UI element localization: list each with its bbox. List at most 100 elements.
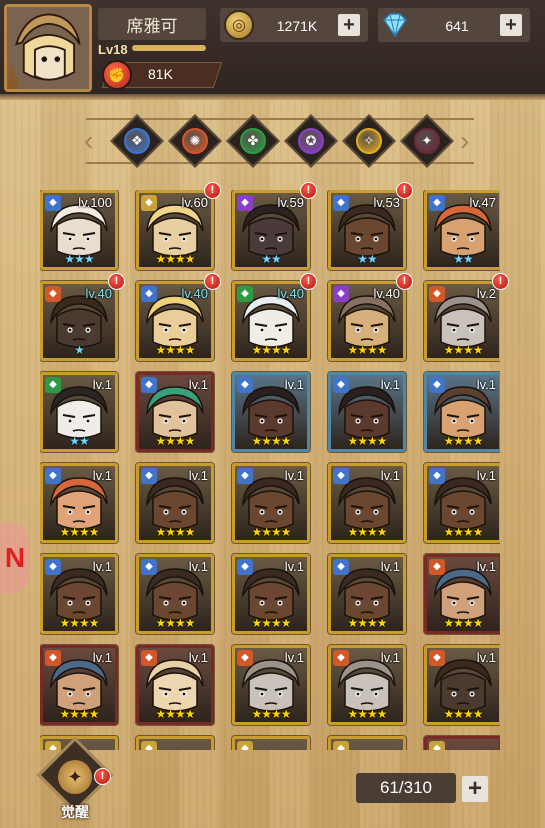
- hero-card[interactable]: ◆ lv.1 ★★★★: [232, 645, 310, 725]
- hero-class-icon: ◆: [45, 377, 61, 393]
- hero-card[interactable]: ◆ lv.60 ★★★★: [136, 190, 214, 270]
- gold-coin-icon: ◎: [224, 10, 254, 40]
- hero-level: lv.1: [284, 377, 304, 392]
- hero-class-icon: ◆: [141, 559, 157, 575]
- player-name: 席雅可: [98, 8, 206, 40]
- hero-level: lv.1: [188, 559, 208, 574]
- hero-card[interactable]: ◆: [328, 736, 406, 750]
- hero-card[interactable]: ◆ lv.1 ★★★★: [328, 645, 406, 725]
- hero-card[interactable]: ◆ lv.40 ★★★★: [136, 281, 214, 361]
- hero-class-icon: ◆: [237, 650, 253, 666]
- hero-level: lv.1: [284, 559, 304, 574]
- avatar-portrait-icon: [7, 7, 89, 89]
- gold-value: 1271K: [276, 18, 318, 34]
- hero-class-icon: ◆: [333, 650, 349, 666]
- hero-card[interactable]: ◆ lv.47 ★★: [424, 190, 500, 270]
- hero-stars: ★★★★: [443, 343, 483, 357]
- hero-card[interactable]: ◆ lv.1 ★★★★: [424, 645, 500, 725]
- hero-stars: ★★★★: [347, 434, 387, 448]
- hero-stars: ★★★★: [347, 343, 387, 357]
- hero-class-icon: ◆: [45, 741, 61, 750]
- hero-card[interactable]: ◆ lv.1 ★★★★: [136, 554, 214, 634]
- hero-card[interactable]: ◆ lv.1 ★★: [40, 372, 118, 452]
- side-event-tab[interactable]: N: [0, 522, 30, 594]
- add-gold-button[interactable]: +: [338, 14, 360, 36]
- hero-card[interactable]: ◆ lv.1 ★★★★: [40, 463, 118, 543]
- hero-level: lv.1: [476, 650, 496, 665]
- hero-stars: ★★★★: [155, 252, 195, 266]
- hero-card[interactable]: ◆ lv.1 ★★★★: [232, 372, 310, 452]
- hero-card[interactable]: ◆ lv.1 ★★★★: [424, 463, 500, 543]
- hero-stars: ★★★★: [59, 707, 99, 721]
- hero-stars: ★★★★: [251, 343, 291, 357]
- filter-right-arrow-icon[interactable]: ›: [460, 124, 480, 158]
- hero-class-icon: ◆: [429, 377, 445, 393]
- hero-level: lv.1: [476, 559, 496, 574]
- hero-level: lv.1: [380, 377, 400, 392]
- hero-class-icon: ◆: [237, 741, 253, 750]
- player-avatar[interactable]: [4, 4, 92, 92]
- hero-card[interactable]: ◆ lv.1 ★★★★: [136, 645, 214, 725]
- awaken-label: 觉醒: [61, 804, 89, 820]
- hero-class-icon: ◆: [333, 377, 349, 393]
- hero-card[interactable]: ◆ lv.1 ★★★★: [136, 463, 214, 543]
- hero-alert-badge: !: [492, 273, 509, 290]
- hero-alert-badge: !: [204, 182, 221, 199]
- hero-level: lv.40: [181, 286, 209, 301]
- hero-alert-badge: !: [396, 273, 413, 290]
- hero-level: lv.40: [85, 286, 113, 301]
- hero-level: lv.1: [380, 468, 400, 483]
- hero-stars: ★★★★: [347, 525, 387, 539]
- hero-card[interactable]: ◆ lv.40 ★★★★: [328, 281, 406, 361]
- hero-level: lv.1: [380, 650, 400, 665]
- hero-card[interactable]: ◆ lv.1 ★★★★: [328, 554, 406, 634]
- hero-card[interactable]: ◆ lv.2 ★★★★: [424, 281, 500, 361]
- awaken-icon[interactable]: ✦: [58, 760, 92, 794]
- hero-stars: ★: [74, 343, 85, 357]
- hero-card[interactable]: ◆ lv.1 ★★★★: [40, 645, 118, 725]
- hero-class-icon: ◆: [237, 377, 253, 393]
- hero-alert-badge: !: [108, 273, 125, 290]
- hero-card[interactable]: ◆ lv.1 ★★★★: [40, 554, 118, 634]
- hero-card[interactable]: ◆ lv.59 ★★: [232, 190, 310, 270]
- hero-card[interactable]: ◆: [232, 736, 310, 750]
- hero-card[interactable]: ◆ lv.1 ★★★★: [232, 463, 310, 543]
- hero-class-icon: ◆: [333, 741, 349, 750]
- hero-level: lv.40: [373, 286, 401, 301]
- hero-alert-badge: !: [300, 182, 317, 199]
- hero-class-icon: ◆: [237, 286, 253, 302]
- hero-card[interactable]: ◆ lv.53 ★★: [328, 190, 406, 270]
- hero-card[interactable]: ◆ lv.1 ★★★★: [328, 463, 406, 543]
- hero-card[interactable]: ◆ lv.100 ★★★: [40, 190, 118, 270]
- hero-card[interactable]: ◆ lv.1 ★★★★: [424, 554, 500, 634]
- hero-card[interactable]: ◆ lv.1 ★★★★: [136, 372, 214, 452]
- hero-card[interactable]: ◆: [424, 736, 500, 750]
- hero-stars: ★★★★: [251, 434, 291, 448]
- hero-stars: ★★: [69, 434, 90, 448]
- hero-level: lv.100: [78, 195, 112, 210]
- hero-stars: ★★★: [64, 252, 94, 266]
- expand-capacity-button[interactable]: +: [462, 776, 488, 802]
- hero-class-icon: ◆: [429, 195, 445, 211]
- add-diamond-button[interactable]: +: [500, 14, 522, 36]
- diamond-icon: [380, 10, 410, 40]
- hero-card[interactable]: ◆ lv.1 ★★★★: [424, 372, 500, 452]
- hero-stars: ★★★★: [155, 434, 195, 448]
- filter-left-arrow-icon[interactable]: ‹: [84, 124, 104, 158]
- hero-card[interactable]: ◆ lv.40 ★★★★: [232, 281, 310, 361]
- hero-stars: ★★★★: [443, 616, 483, 630]
- power-value: 81K: [148, 66, 173, 82]
- header-divider: [0, 94, 545, 100]
- hero-card[interactable]: ◆ lv.1 ★★★★: [232, 554, 310, 634]
- hero-card[interactable]: ◆: [136, 736, 214, 750]
- hero-card[interactable]: ◆ lv.40 ★: [40, 281, 118, 361]
- hero-level: lv.53: [373, 195, 401, 210]
- hero-stars: ★★★★: [443, 707, 483, 721]
- element-fire-icon: ✺: [182, 128, 208, 154]
- hero-level: lv.1: [380, 559, 400, 574]
- hero-card[interactable]: ◆ lv.1 ★★★★: [328, 372, 406, 452]
- hero-class-icon: ◆: [141, 741, 157, 750]
- hero-stars: ★★★★: [443, 434, 483, 448]
- hero-class-icon: ◆: [333, 559, 349, 575]
- hero-class-icon: ◆: [333, 468, 349, 484]
